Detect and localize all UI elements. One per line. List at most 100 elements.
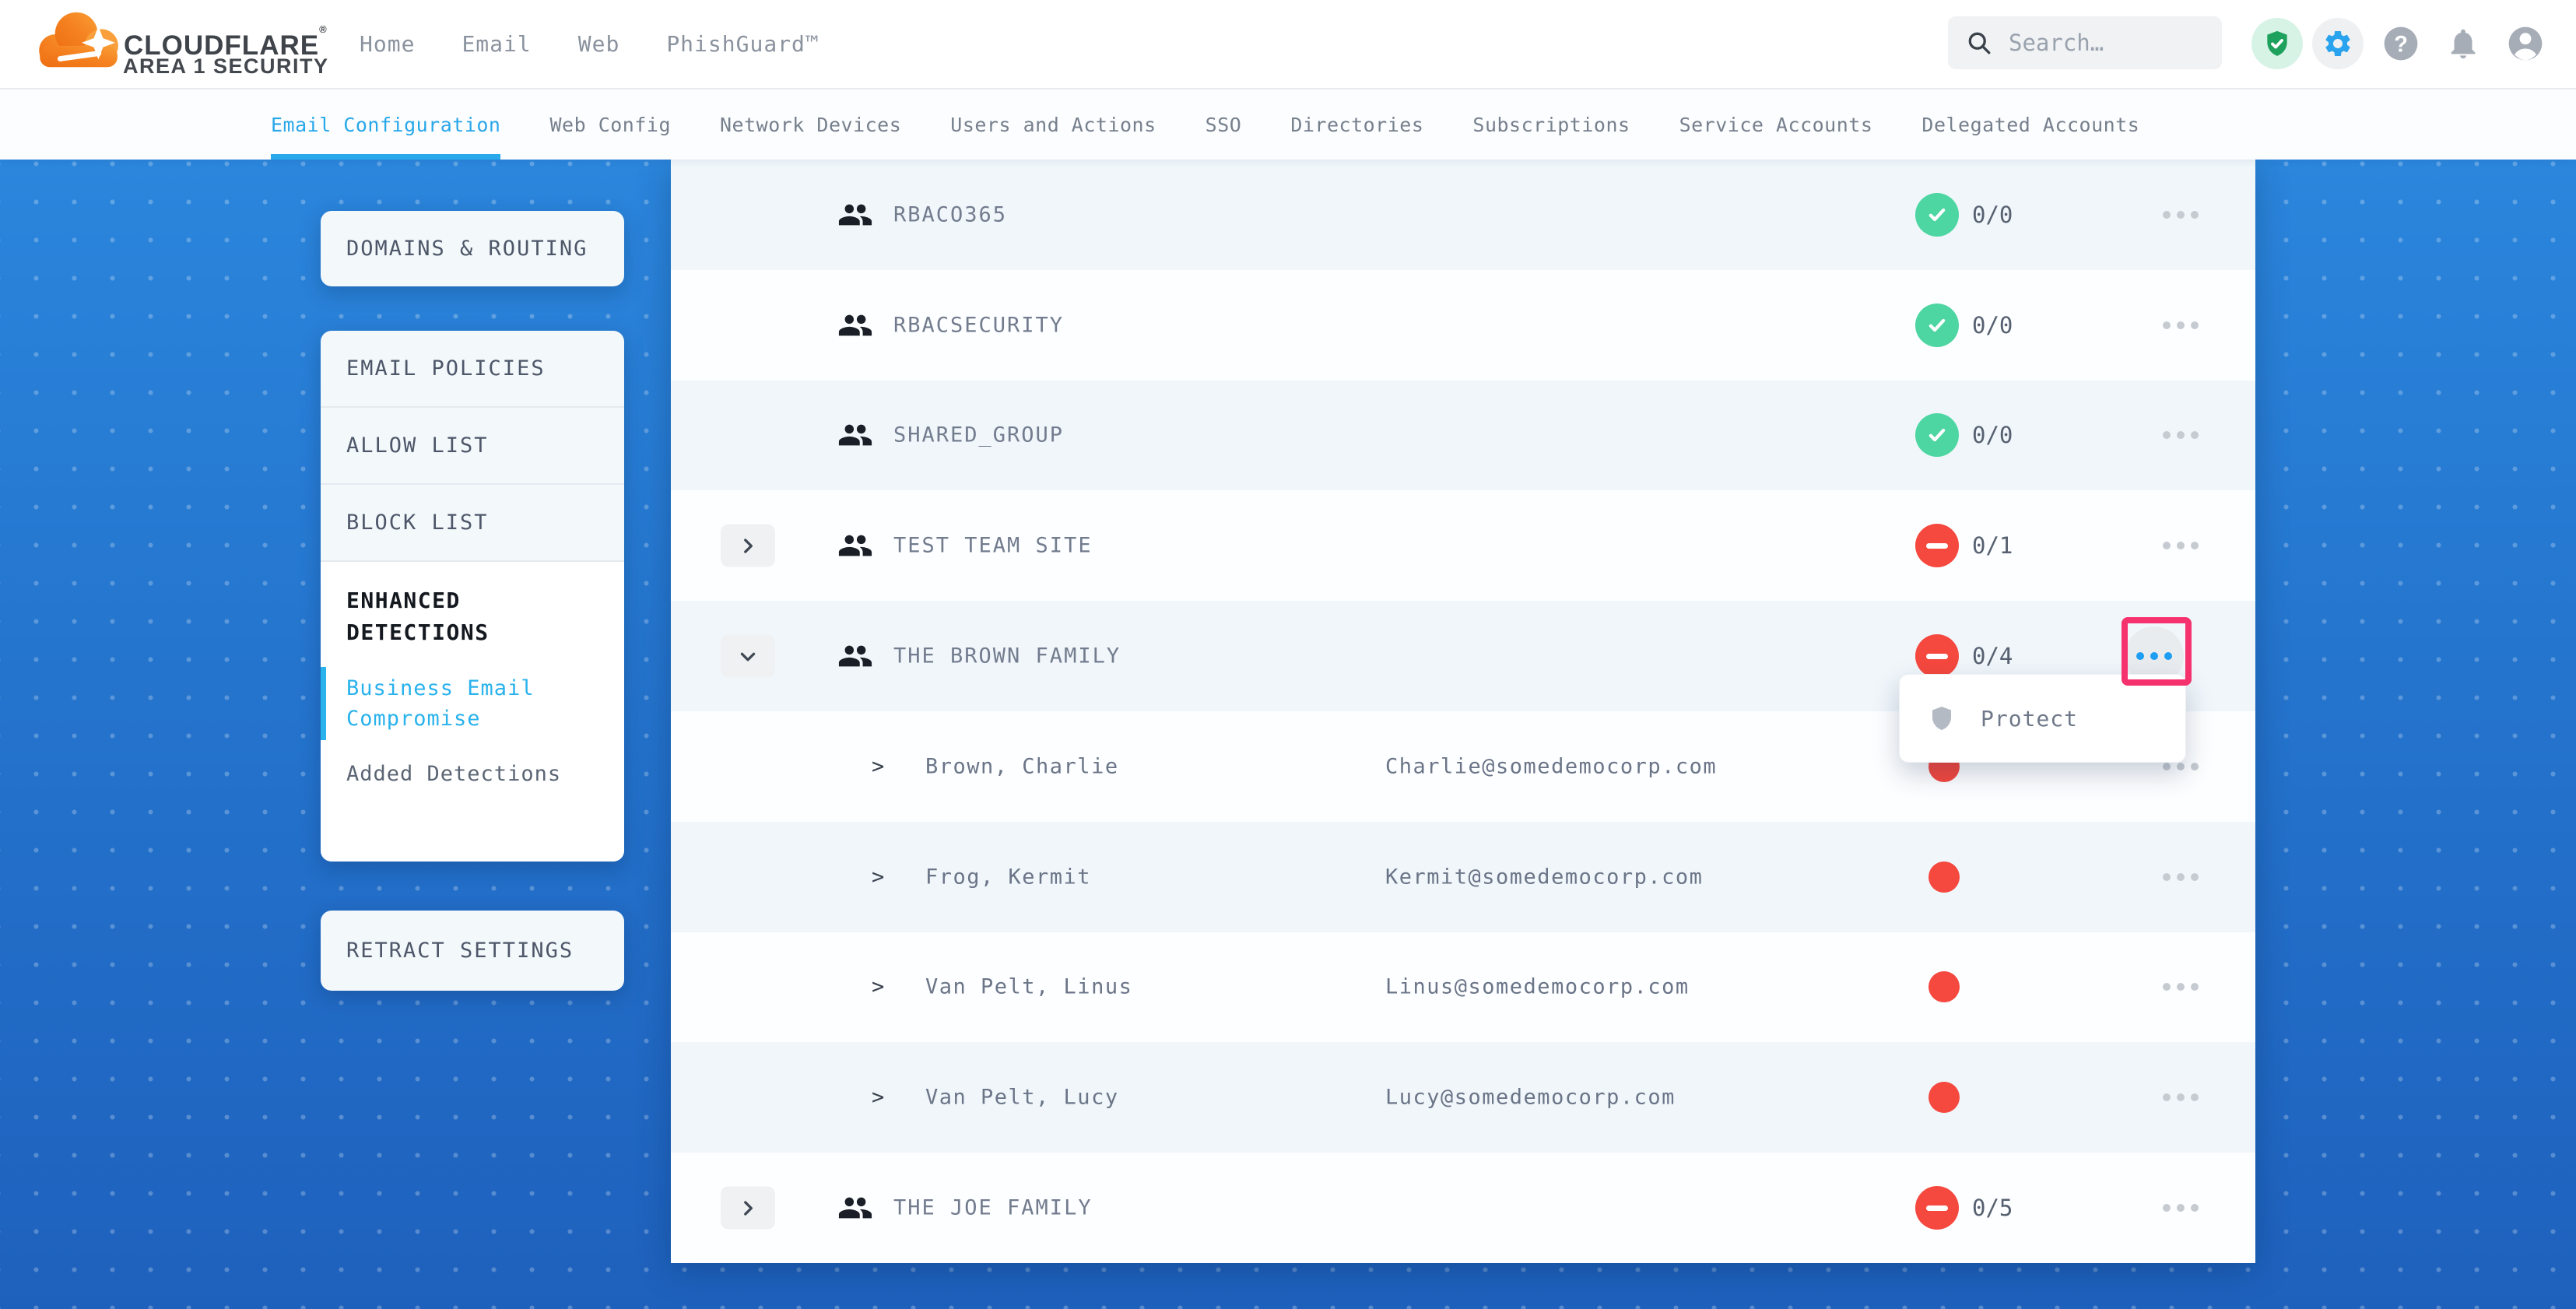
tab-service-accounts[interactable]: Service Accounts: [1679, 89, 1873, 160]
protection-count: 0/4: [1972, 643, 2013, 669]
config-tabs-bar: Email Configuration Web Config Network Dev…: [0, 89, 2576, 160]
sidebar-item-label: DOMAINS & ROUTING: [346, 237, 588, 261]
settings-gear-icon[interactable]: [2312, 18, 2364, 69]
top-header: CLOUDFLARE® AREA 1 SECURITY HomeEmailWeb…: [0, 0, 2576, 89]
security-shield-check-icon[interactable]: [2251, 18, 2303, 69]
row-menu-button[interactable]: [2148, 954, 2213, 1019]
row-menu-button[interactable]: [2148, 402, 2213, 468]
protection-count: 0/0: [1972, 312, 2013, 339]
header-nav-web[interactable]: Web: [578, 31, 620, 57]
table-row-rbaco365[interactable]: RBACO3650/0: [671, 160, 2255, 270]
expand-row-button[interactable]: [721, 1187, 775, 1230]
member-chevron-icon: >: [872, 975, 884, 999]
member-chevron-icon: >: [872, 1086, 884, 1110]
row-menu-button[interactable]: [2148, 513, 2213, 578]
member-name: Frog, Kermit: [925, 865, 1091, 889]
table-row-rbacsecurity[interactable]: RBACSECURITY 0/0: [671, 270, 2255, 381]
sidebar-item-business-email-compromise[interactable]: Business Email Compromise: [346, 673, 564, 734]
group-name: RBACSECURITY: [893, 313, 1064, 337]
enhanced-detections-title: ENHANCED DETECTIONS: [346, 585, 556, 648]
protection-count: 0/1: [1972, 532, 2013, 559]
group-name: THE JOE FAMILY: [893, 1196, 1093, 1220]
menu-item-protect[interactable]: Protect: [1981, 706, 2078, 732]
user-avatar-icon[interactable]: [2500, 18, 2551, 69]
sidebar-policies-card: EMAIL POLICIESALLOW LISTBLOCK LIST ENHAN…: [321, 331, 624, 862]
area1-security-app: CLOUDFLARE® AREA 1 SECURITY HomeEmailWeb…: [0, 0, 2576, 1309]
search-icon: [1965, 29, 1993, 57]
member-email: Linus@somedemocorp.com: [1385, 975, 1690, 999]
status-fail-badge: [1915, 524, 1959, 567]
tab-directories[interactable]: Directories: [1290, 89, 1423, 160]
group-name: SHARED_GROUP: [893, 423, 1064, 447]
sidebar-item-domains-routing[interactable]: DOMAINS & ROUTING: [321, 211, 624, 286]
collapse-row-button[interactable]: [721, 635, 775, 678]
table-row-frog-kermit[interactable]: > Frog, Kermit Kermit@somedemocorp.com: [671, 822, 2255, 932]
member-name: Van Pelt, Lucy: [925, 1086, 1119, 1110]
sidebar-item-label: RETRACT SETTINGS: [346, 939, 574, 963]
expand-row-button[interactable]: [721, 525, 775, 567]
member-name: Brown, Charlie: [925, 754, 1119, 778]
group-icon: [837, 638, 873, 674]
cloudflare-cloud-logo-icon: [34, 6, 126, 75]
row-menu-button[interactable]: [2148, 844, 2213, 910]
help-icon[interactable]: ?: [2375, 18, 2427, 69]
header-nav-phishguard[interactable]: PhishGuard™: [666, 31, 819, 57]
group-icon: [837, 417, 873, 453]
table-row-the-joe-family[interactable]: THE JOE FAMILY 0/5: [671, 1153, 2255, 1263]
status-fail-badge: [1915, 634, 1959, 678]
status-fail-dot: [1928, 862, 1960, 893]
status-pass-badge: [1915, 413, 1959, 457]
table-row-shared-group[interactable]: SHARED_GROUP 0/0: [671, 381, 2255, 491]
tab-web-config[interactable]: Web Config: [549, 89, 671, 160]
member-chevron-icon: >: [872, 754, 884, 778]
protection-count: 0/0: [1972, 202, 2013, 228]
protection-count: 0/0: [1972, 422, 2013, 448]
tab-delegated-accounts[interactable]: Delegated Accounts: [1921, 89, 2139, 160]
table-row-van-pelt-linus[interactable]: > Van Pelt, Linus Linus@somedemocorp.com: [671, 932, 2255, 1043]
tab-network-devices[interactable]: Network Devices: [720, 89, 901, 160]
tab-sso[interactable]: SSO: [1206, 89, 1242, 160]
sidebar-item-retract-settings[interactable]: RETRACT SETTINGS: [321, 911, 624, 991]
member-chevron-icon: >: [872, 865, 884, 889]
status-fail-dot: [1928, 971, 1960, 1002]
status-pass-badge: [1915, 304, 1959, 347]
status-fail-badge: [1915, 1186, 1959, 1230]
group-icon: [837, 1190, 873, 1226]
member-email: Charlie@somedemocorp.com: [1385, 754, 1717, 778]
sidebar-section-enhanced-detections[interactable]: ENHANCED DETECTIONS Business Email Compr…: [321, 562, 624, 862]
protection-count: 0/5: [1972, 1195, 2013, 1221]
tab-subscriptions[interactable]: Subscriptions: [1472, 89, 1630, 160]
sidebar-item-email-policies[interactable]: EMAIL POLICIES: [321, 331, 624, 408]
search-input[interactable]: [2007, 29, 2205, 57]
row-menu-button[interactable]: [2148, 293, 2213, 358]
notifications-bell-icon[interactable]: [2437, 18, 2489, 69]
group-icon: [837, 528, 873, 563]
sidebar-item-added-detections[interactable]: Added Detections: [346, 759, 564, 789]
sidebar-item-allow-list[interactable]: ALLOW LIST: [321, 408, 624, 485]
status-fail-dot: [1928, 1082, 1960, 1113]
shield-icon: [1928, 703, 1956, 734]
tab-users-and-actions[interactable]: Users and Actions: [950, 89, 1156, 160]
row-context-menu: Protect: [1899, 674, 2186, 763]
table-row-test-team-site[interactable]: TEST TEAM SITE 0/1: [671, 490, 2255, 601]
table-row-van-pelt-lucy[interactable]: > Van Pelt, Lucy Lucy@somedemocorp.com: [671, 1042, 2255, 1153]
group-icon: [837, 307, 873, 343]
member-email: Kermit@somedemocorp.com: [1385, 865, 1703, 889]
member-name: Van Pelt, Linus: [925, 975, 1132, 999]
header-nav-home[interactable]: Home: [360, 31, 415, 57]
search-bar[interactable]: [1948, 16, 2222, 69]
group-name: TEST TEAM SITE: [893, 534, 1093, 558]
tab-email-configuration[interactable]: Email Configuration: [271, 89, 500, 160]
svg-text:?: ?: [2394, 32, 2408, 57]
row-menu-button[interactable]: [2148, 182, 2213, 247]
group-icon: [837, 197, 873, 233]
group-name: THE BROWN FAMILY: [893, 644, 1121, 669]
header-nav-email[interactable]: Email: [462, 31, 531, 57]
sidebar-item-block-list[interactable]: BLOCK LIST: [321, 485, 624, 562]
status-pass-badge: [1915, 193, 1959, 237]
logo-subtitle: AREA 1 SECURITY: [123, 54, 329, 79]
member-email: Lucy@somedemocorp.com: [1385, 1086, 1676, 1110]
row-menu-button[interactable]: [2148, 1065, 2213, 1130]
row-menu-button[interactable]: [2148, 1175, 2213, 1241]
header-nav: Home Email Web PhishGuard™: [360, 0, 819, 88]
